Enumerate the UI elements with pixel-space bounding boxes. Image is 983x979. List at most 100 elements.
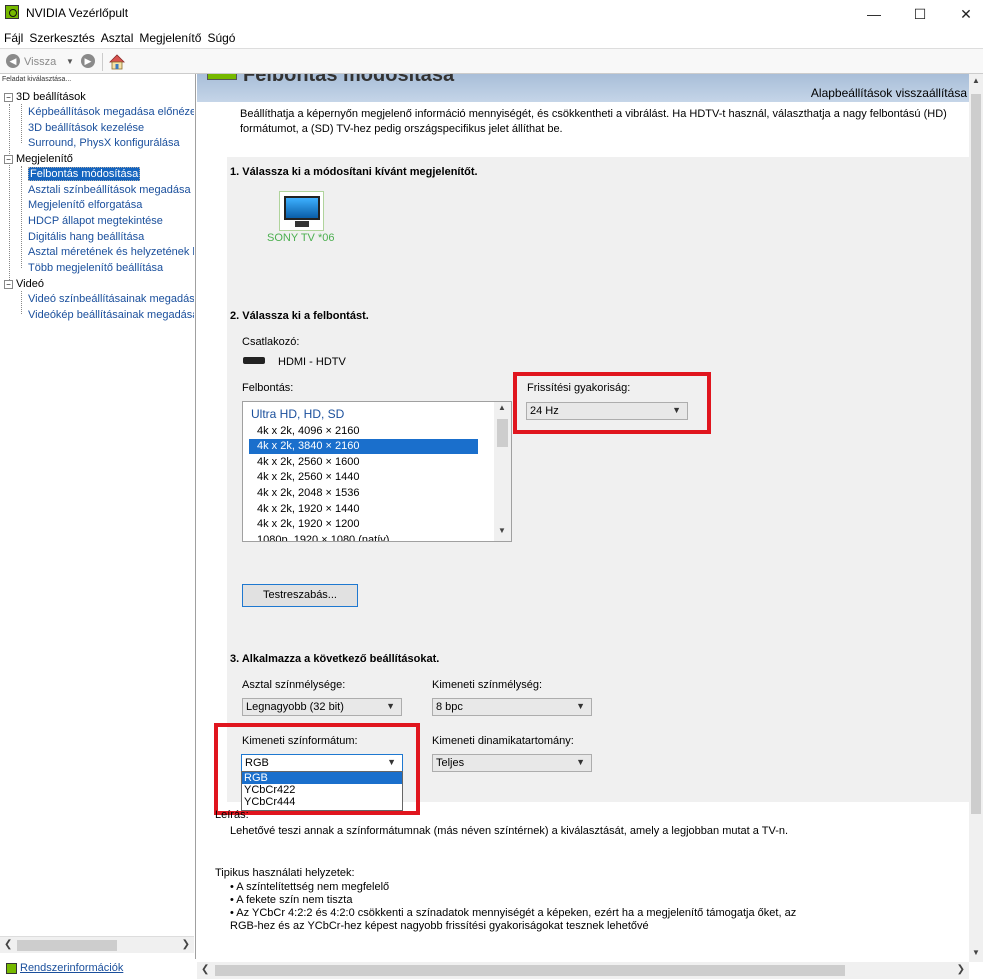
scrollbar-thumb[interactable] [497, 419, 508, 447]
collapse-icon[interactable]: − [4, 280, 13, 289]
collapse-icon[interactable]: − [4, 155, 13, 164]
scroll-down-icon[interactable]: ▼ [498, 526, 506, 535]
chevron-down-icon: ▼ [576, 701, 585, 711]
system-info-icon [6, 963, 17, 974]
left-horizontal-scrollbar[interactable]: ❮ ❯ [0, 936, 194, 953]
display-selector[interactable] [279, 191, 324, 231]
close-button[interactable]: ✕ [943, 0, 983, 28]
tree-connector [21, 291, 22, 314]
menu-display[interactable]: Megjelenítő [139, 28, 205, 48]
tree-connector [9, 104, 10, 286]
collapse-icon[interactable]: − [4, 93, 13, 102]
scroll-down-icon[interactable]: ▼ [972, 948, 980, 957]
connector-label: Csatlakozó: [242, 336, 300, 348]
scrollbar-thumb[interactable] [971, 94, 981, 814]
task-panel: Feladat kiválasztása... − 3D beállítások … [0, 74, 196, 959]
highlight-box-format [214, 723, 420, 815]
menu-bar: Fájl Szerkesztés Asztal Megjelenítő Súgó [0, 28, 983, 48]
scroll-right-icon[interactable]: ❯ [957, 964, 965, 975]
minimize-button[interactable]: — [851, 0, 897, 28]
resolution-scrollbar[interactable]: ▲ ▼ [494, 402, 511, 541]
display-name[interactable]: SONY TV *06 [267, 232, 334, 244]
resolution-option[interactable]: 4k x 2k, 4096 × 2160 [249, 424, 478, 439]
task-header: Feladat kiválasztása... [2, 76, 72, 83]
page-title: Felbontás módosítása [243, 74, 455, 86]
menu-file[interactable]: Fájl [4, 28, 27, 48]
title-bar: NVIDIA Vezérlőpult — ☐ ✕ [0, 0, 983, 28]
resolution-option-selected[interactable]: 4k x 2k, 3840 × 2160 [249, 439, 478, 454]
tree-item-desktop-color[interactable]: Asztali színbeállítások megadása [28, 184, 191, 199]
page-header: Felbontás módosítása Alapbeállítások vis… [197, 74, 983, 102]
output-depth-select[interactable]: 8 bpc ▼ [432, 698, 592, 716]
tree-category-video[interactable]: − Videó [4, 278, 44, 293]
window-title: NVIDIA Vezérlőpult [26, 6, 129, 20]
step2-heading: 2. Válassza ki a felbontást. [230, 310, 369, 322]
tree-item-digital-audio[interactable]: Digitális hang beállítása [28, 231, 144, 246]
tree-item-surround-physx[interactable]: Surround, PhysX konfigurálása [28, 137, 180, 152]
scroll-left-icon[interactable]: ❮ [4, 939, 12, 950]
desktop-depth-label: Asztal színmélysége: [242, 679, 346, 691]
chevron-down-icon: ▼ [576, 757, 585, 767]
usage-item: • A színtelítettség nem megfelelő [230, 881, 390, 893]
intro-text: Beállíthatja a képernyőn megjelenő infor… [240, 108, 947, 135]
category-label: Megjelenítő [16, 153, 73, 165]
resolution-listbox[interactable]: Ultra HD, HD, SD 4k x 2k, 4096 × 2160 4k… [242, 401, 512, 542]
back-arrow-icon[interactable]: ◀ [6, 54, 20, 68]
highlight-box-refresh [513, 372, 711, 434]
tree-connector [21, 104, 22, 143]
resolution-option[interactable]: 4k x 2k, 2560 × 1600 [249, 455, 478, 470]
back-button-label[interactable]: Vissza [24, 56, 56, 68]
menu-edit[interactable]: Szerkesztés [29, 28, 98, 48]
resolution-option[interactable]: 4k x 2k, 1920 × 1440 [249, 502, 478, 517]
description-text: Lehetővé teszi annak a színformátumnak (… [230, 825, 789, 837]
scrollbar-thumb[interactable] [215, 965, 845, 976]
dynamic-range-value: Teljes [436, 757, 465, 769]
toolbar-divider [102, 53, 103, 71]
tree-item-multiple-displays[interactable]: Több megjelenítő beállítása [28, 262, 163, 277]
toolbar: ◀ Vissza ▼ ▶ [0, 48, 983, 74]
forward-arrow-icon[interactable]: ▶ [81, 54, 95, 68]
resolution-option[interactable]: 4k x 2k, 2560 × 1440 [249, 470, 478, 485]
tree-item-video-image[interactable]: Videókép beállításainak megadása [28, 309, 194, 324]
tree-item-rotate-display[interactable]: Megjelenítő elforgatása [28, 199, 142, 214]
tree-item-video-color[interactable]: Videó színbeállításainak megadása [28, 293, 194, 308]
tree-item-manage-3d[interactable]: 3D beállítások kezelése [28, 122, 144, 137]
tree-item-hdcp-status[interactable]: HDCP állapot megtekintése [28, 215, 163, 230]
content-vertical-scrollbar[interactable]: ▲ ▼ [969, 74, 983, 962]
history-dropdown-icon[interactable]: ▼ [66, 57, 74, 66]
tree-category-display[interactable]: − Megjelenítő [4, 153, 73, 168]
nvidia-logo-icon [5, 5, 19, 19]
scroll-up-icon[interactable]: ▲ [972, 76, 980, 85]
menu-help[interactable]: Súgó [207, 28, 239, 48]
scrollbar-thumb[interactable] [17, 940, 117, 951]
resolution-option[interactable]: 1080p, 1920 × 1080 (natív) [249, 533, 478, 541]
tree-connector [21, 166, 22, 268]
home-icon[interactable] [108, 53, 126, 71]
usage-item: • A fekete szín nem tiszta [230, 894, 353, 906]
tree-category-3d[interactable]: −3D beállítások [4, 91, 86, 106]
desktop-depth-select[interactable]: Legnagyobb (32 bit) ▼ [242, 698, 402, 716]
output-depth-label: Kimeneti színmélység: [432, 679, 543, 691]
tree-item-image-settings[interactable]: Képbeállítások megadása előnézette [28, 106, 194, 121]
usage-item-continued: RGB-hez és az YCbCr-hez képest nagyobb f… [230, 920, 649, 932]
step3-heading: 3. Alkalmazza a következő beállításokat. [230, 653, 440, 665]
system-info-link[interactable]: Rendszerinformációk [20, 962, 123, 974]
category-label: Videó [16, 278, 44, 290]
restore-defaults-link[interactable]: Alapbeállítások visszaállítása [811, 86, 967, 100]
scroll-up-icon[interactable]: ▲ [498, 403, 506, 412]
monitor-stand [295, 221, 309, 227]
resolution-option[interactable]: 4k x 2k, 1920 × 1200 [249, 517, 478, 532]
scroll-right-icon[interactable]: ❯ [182, 939, 190, 950]
menu-desktop[interactable]: Asztal [101, 28, 138, 48]
maximize-button[interactable]: ☐ [897, 0, 943, 28]
monitor-icon [284, 196, 320, 220]
resolution-option[interactable]: 4k x 2k, 2048 × 1536 [249, 486, 478, 501]
scroll-left-icon[interactable]: ❮ [201, 964, 209, 975]
customize-button[interactable]: Testreszabás... [242, 584, 358, 607]
desktop-depth-value: Legnagyobb (32 bit) [246, 701, 344, 713]
tree-item-desktop-size[interactable]: Asztal méretének és helyzetének be [28, 246, 194, 261]
dynamic-range-select[interactable]: Teljes ▼ [432, 754, 592, 772]
description-label: Leírás: [215, 809, 249, 821]
content-horizontal-scrollbar[interactable]: ❮ ❯ [197, 962, 969, 979]
tree-item-change-resolution[interactable]: Felbontás módosítása [28, 167, 141, 183]
